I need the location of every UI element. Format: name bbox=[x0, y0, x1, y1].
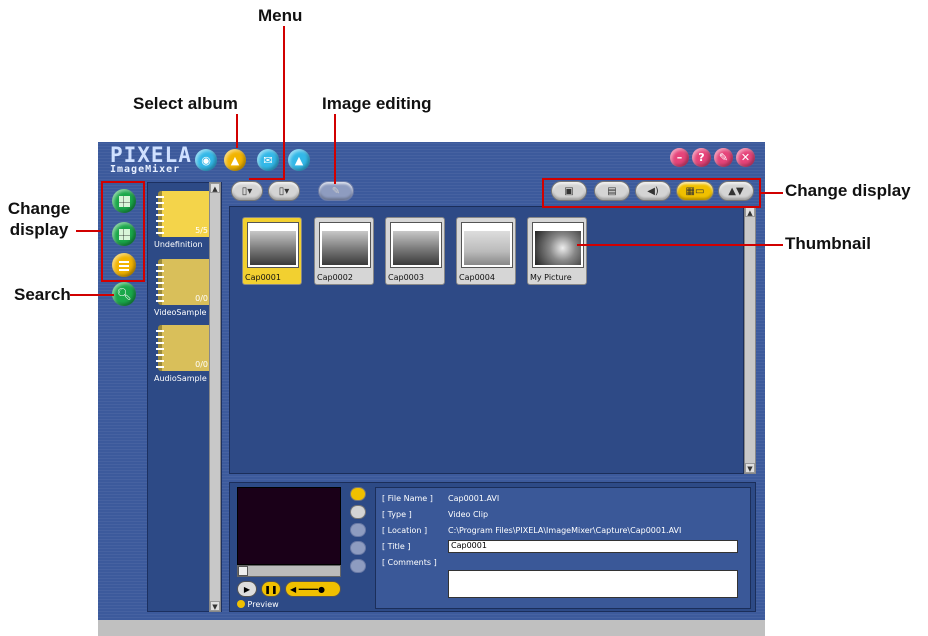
menu-button-1[interactable]: ▯▾ bbox=[231, 181, 263, 201]
play-icon: ▶ bbox=[243, 584, 251, 594]
info-action-button-5[interactable] bbox=[350, 559, 366, 573]
thumbnail-scrollbar[interactable]: ▲ ▼ bbox=[744, 206, 756, 474]
search-button[interactable]: 🔍︎ bbox=[112, 282, 136, 306]
create-mode-button[interactable]: ✉ bbox=[257, 149, 279, 171]
album-icon: ▲ bbox=[230, 153, 240, 167]
leader-change-display-left bbox=[76, 230, 102, 232]
scroll-up-icon[interactable]: ▲ bbox=[210, 183, 220, 193]
location-value: C:\Program Files\PIXELA\ImageMixer\Captu… bbox=[448, 526, 682, 535]
type-value: Video Clip bbox=[448, 510, 489, 519]
thumbnail-cap0001[interactable]: Cap0001 bbox=[242, 217, 302, 285]
annotation-thumbnail: Thumbnail bbox=[785, 234, 871, 253]
preview-dot-icon bbox=[237, 600, 245, 608]
file-name-value: Cap0001.AVI bbox=[448, 494, 500, 503]
scroll-down-icon[interactable]: ▼ bbox=[745, 463, 755, 473]
seek-bar[interactable] bbox=[237, 565, 341, 577]
thumbnail-cap0002[interactable]: Cap0002 bbox=[314, 217, 374, 285]
album-undefinition[interactable]: 5/5 bbox=[156, 191, 212, 237]
pause-button[interactable]: ❚❚ bbox=[261, 581, 281, 597]
speaker-icon: ◀ ━━━━● bbox=[290, 584, 325, 594]
thumbnail-image bbox=[461, 222, 513, 268]
annotation-menu: Menu bbox=[258, 6, 303, 25]
wrench-icon: ✎ bbox=[718, 151, 729, 164]
preview-label: Preview bbox=[237, 600, 279, 609]
info-action-button-4[interactable] bbox=[350, 541, 366, 555]
seek-knob[interactable] bbox=[238, 566, 248, 576]
menu-icon: ▯▾ bbox=[278, 185, 290, 197]
thumbnail-image bbox=[390, 222, 442, 268]
pause-icon: ❚❚ bbox=[264, 584, 278, 594]
leader-change-display-right bbox=[761, 192, 783, 194]
output-mode-button[interactable]: ▲ bbox=[288, 149, 310, 171]
scroll-down-icon[interactable]: ▼ bbox=[210, 601, 220, 611]
detail-panel: ▶ ❚❚ ◀ ━━━━● Preview [ File Name ] Cap00… bbox=[229, 482, 756, 612]
help-button[interactable]: ? bbox=[692, 148, 711, 167]
info-action-button-3[interactable] bbox=[350, 523, 366, 537]
thumbnail-my-picture[interactable]: My Picture bbox=[527, 217, 587, 285]
thumbnail-cap0003[interactable]: Cap0003 bbox=[385, 217, 445, 285]
info-view-button[interactable] bbox=[350, 487, 366, 501]
close-icon: ✕ bbox=[740, 151, 751, 164]
scroll-up-icon[interactable]: ▲ bbox=[745, 207, 755, 217]
capture-mode-button[interactable]: ◉ bbox=[195, 149, 217, 171]
title-bar: PIXELA ImageMixer ◉ ▲ ✉ ▲ – ? ✎ ✕ bbox=[98, 142, 765, 176]
close-button[interactable]: ✕ bbox=[736, 148, 755, 167]
volume-slider[interactable]: ◀ ━━━━● bbox=[285, 581, 341, 597]
leader-menu-branch bbox=[249, 178, 285, 180]
thumbnail-image bbox=[319, 222, 371, 268]
highlight-change-display-left bbox=[101, 181, 145, 282]
annotation-change-display-left: Change display bbox=[7, 199, 71, 239]
select-album-button[interactable]: ▲ bbox=[224, 149, 246, 171]
thumbnail-area: Cap0001 Cap0002 Cap0003 Cap0004 My Pictu… bbox=[229, 206, 744, 474]
app-window: PIXELA ImageMixer ◉ ▲ ✉ ▲ – ? ✎ ✕ 🔍︎ 5/5… bbox=[98, 142, 765, 636]
leader-thumbnail bbox=[577, 244, 783, 246]
minimize-icon: – bbox=[676, 151, 683, 164]
create-icon: ✉ bbox=[263, 153, 273, 167]
leader-image-editing bbox=[334, 114, 336, 184]
comments-input[interactable] bbox=[448, 570, 738, 598]
edit-icon: ✎ bbox=[331, 185, 341, 197]
menu-button-2[interactable]: ▯▾ bbox=[268, 181, 300, 201]
binder-rings-icon bbox=[156, 328, 164, 368]
output-icon: ▲ bbox=[294, 153, 304, 167]
menu-icon: ▯▾ bbox=[241, 185, 253, 197]
camera-icon: ◉ bbox=[201, 153, 211, 167]
highlight-change-display-right bbox=[542, 178, 761, 208]
binder-rings-icon bbox=[156, 262, 164, 302]
settings-button[interactable]: ✎ bbox=[714, 148, 733, 167]
thumbnail-image bbox=[247, 222, 299, 268]
add-info-button[interactable] bbox=[350, 505, 366, 519]
album-label: VideoSample bbox=[154, 308, 207, 317]
album-label: AudioSample bbox=[154, 374, 207, 383]
file-info-panel: [ File Name ] Cap0001.AVI [ Type ] Video… bbox=[375, 487, 751, 609]
album-label: Undefinition bbox=[154, 240, 203, 249]
album-audiosample[interactable]: 0/0 bbox=[156, 325, 212, 371]
annotation-change-display-right: Change display bbox=[785, 181, 911, 200]
album-videosample[interactable]: 0/0 bbox=[156, 259, 212, 305]
minimize-button[interactable]: – bbox=[670, 148, 689, 167]
binder-rings-icon bbox=[156, 194, 164, 234]
help-icon: ? bbox=[698, 151, 705, 164]
app-logo: PIXELA ImageMixer bbox=[110, 143, 192, 175]
image-editing-button[interactable]: ✎ bbox=[318, 181, 354, 201]
album-scrollbar[interactable]: ▲ ▼ bbox=[209, 182, 221, 612]
search-icon: 🔍︎ bbox=[116, 287, 132, 301]
preview-screen bbox=[237, 487, 341, 565]
thumbnail-cap0004[interactable]: Cap0004 bbox=[456, 217, 516, 285]
annotation-select-album: Select album bbox=[133, 94, 238, 113]
play-button[interactable]: ▶ bbox=[237, 581, 257, 597]
leader-menu bbox=[283, 26, 285, 180]
annotation-search: Search bbox=[14, 285, 71, 304]
status-bar bbox=[98, 620, 765, 636]
title-input[interactable]: Cap0001 bbox=[448, 540, 738, 553]
leader-select-album bbox=[236, 114, 238, 148]
leader-search bbox=[70, 294, 114, 296]
annotation-image-editing: Image editing bbox=[322, 94, 432, 113]
